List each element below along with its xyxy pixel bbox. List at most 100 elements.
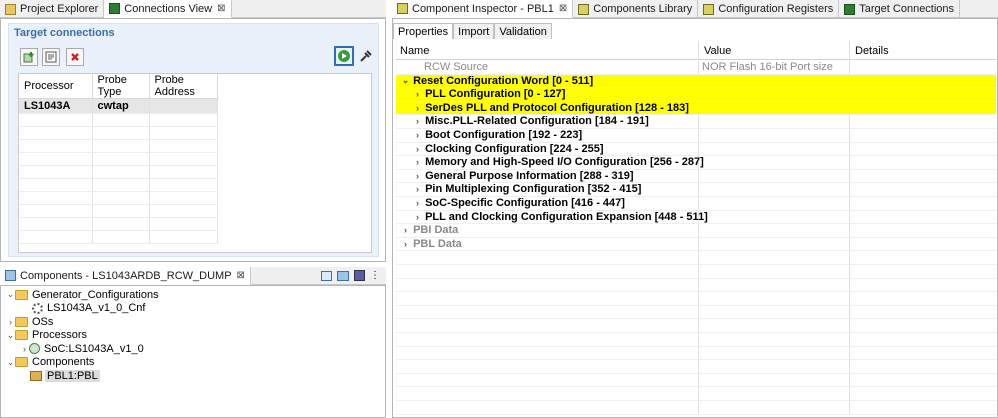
grid-row-rcw-source[interactable]: RCW Source NOR Flash 16-bit Port size (396, 61, 996, 75)
tab-components-library[interactable]: Components Library (573, 0, 699, 18)
section-title: Target connections (14, 27, 115, 39)
chevron-right-icon[interactable]: › (20, 344, 29, 354)
grid-row-soc-specific[interactable]: › SoC-Specific Configuration [416 - 447] (396, 197, 996, 211)
row-name: SerDes PLL and Protocol Configuration [1… (425, 101, 689, 114)
column-header-name[interactable]: Name (400, 45, 429, 57)
grid-row-pbl-data[interactable]: › PBL Data (396, 238, 996, 252)
tree-item-components[interactable]: ⌄ Components (6, 356, 95, 369)
properties-grid: Name Value Details RCW Source NOR Flash … (396, 41, 996, 415)
grid-row-pll-clocking-expansion[interactable]: › PLL and Clocking Configuration Expansi… (396, 211, 996, 225)
chevron-right-icon[interactable]: › (401, 225, 410, 235)
remove-connection-button[interactable] (66, 48, 84, 66)
chevron-right-icon[interactable]: › (413, 212, 422, 222)
grid-row-pbi-data[interactable]: › PBI Data (396, 224, 996, 238)
component-inspector-icon (397, 3, 408, 14)
grid-row-serdes[interactable]: › SerDes PLL and Protocol Configuration … (396, 101, 996, 116)
chevron-down-icon[interactable]: ⌄ (401, 75, 410, 86)
grid-row-general-purpose-info[interactable]: › General Purpose Information [288 - 319… (396, 170, 996, 184)
tab-target-connections[interactable]: Target Connections (839, 0, 961, 18)
chevron-down-icon[interactable]: ⌄ (6, 330, 15, 341)
chevron-right-icon[interactable]: › (401, 239, 410, 249)
tab-component-inspector[interactable]: Component Inspector - PBL1 ⊠ (392, 0, 574, 18)
close-icon[interactable]: ⊠ (559, 3, 567, 14)
cell-probe-address (149, 98, 218, 114)
column-header-details[interactable]: Details (855, 45, 889, 57)
view-menu-icon[interactable]: ⋮ (370, 270, 380, 281)
chevron-right-icon[interactable]: › (413, 103, 422, 113)
tab-label: Components - LS1043ARDB_RCW_DUMP (20, 269, 232, 282)
tab-configuration-registers[interactable]: Configuration Registers (698, 0, 840, 18)
subtab-import[interactable]: Import (453, 23, 495, 39)
column-header[interactable]: Probe Address (149, 74, 218, 99)
chevron-down-icon[interactable]: ⌄ (6, 289, 15, 300)
row-name: Reset Configuration Word [0 - 511] (413, 74, 594, 87)
table-row[interactable]: LS1043A cwtap (19, 98, 218, 114)
tree-item-label: SoC:LS1043A_v1_0 (44, 342, 144, 355)
tree-item-label: LS1043A_v1_0_Cnf (47, 302, 146, 314)
tab-components[interactable]: Components - LS1043ARDB_RCW_DUMP ⊠ (0, 267, 251, 285)
tree-item-generator-configurations[interactable]: ⌄ Generator_Configurations (6, 288, 159, 301)
grid-row-pin-multiplexing[interactable]: › Pin Multiplexing Configuration [352 - … (396, 183, 996, 197)
subtab-validation[interactable]: Validation (494, 23, 552, 39)
grid-row-boot-configuration[interactable]: › Boot Configuration [192 - 223] (396, 129, 996, 143)
row-name: PBI Data (413, 224, 459, 237)
inspector-subtabs: Properties Import Validation (393, 23, 552, 39)
chevron-right-icon[interactable]: › (413, 130, 422, 140)
grid-row-memory-highspeed-io[interactable]: › Memory and High-Speed I/O Configuratio… (396, 156, 996, 170)
column-header-value[interactable]: Value (704, 45, 731, 57)
close-icon[interactable]: ⊠ (237, 270, 245, 281)
chevron-right-icon[interactable]: › (413, 116, 422, 126)
edit-connection-button[interactable] (42, 48, 60, 66)
row-name: PLL Configuration [0 - 127] (425, 88, 566, 101)
configuration-registers-icon (703, 3, 715, 15)
chevron-right-icon[interactable]: › (413, 157, 422, 167)
row-name: Clocking Configuration [224 - 255] (425, 142, 604, 155)
tree-item-processors[interactable]: ⌄ Processors (6, 329, 87, 342)
grid-row-reset-configuration-word[interactable]: ⌄ Reset Configuration Word [0 - 511] (396, 74, 996, 89)
chevron-right-icon[interactable]: › (413, 144, 422, 154)
cell-processor: LS1043A (19, 98, 93, 114)
column-header[interactable]: Processor (19, 74, 93, 99)
row-name: Pin Multiplexing Configuration [352 - 41… (425, 183, 642, 196)
grid-row-clocking-configuration[interactable]: › Clocking Configuration [224 - 255] (396, 143, 996, 157)
close-icon[interactable]: ⊠ (217, 3, 225, 14)
row-value[interactable]: NOR Flash 16-bit Port size (702, 61, 833, 73)
chevron-right-icon[interactable]: › (413, 184, 422, 194)
tree-item-label: Generator_Configurations (32, 288, 159, 301)
tree-item-oss[interactable]: › OSs (6, 315, 53, 328)
folder-open-icon (15, 289, 28, 300)
chevron-right-icon[interactable]: › (6, 317, 15, 327)
tree-item-label: Components (32, 356, 95, 368)
tree-item-label: OSs (32, 315, 54, 328)
components-tabbar: Components - LS1043ARDB_RCW_DUMP ⊠ ⋮ (0, 267, 386, 285)
chevron-down-icon[interactable]: ⌄ (6, 357, 15, 368)
tab-project-explorer[interactable]: Project Explorer (0, 0, 105, 18)
connections-view-pane: Target connections Processor Probe Type … (0, 18, 386, 262)
tree-item-soc[interactable]: › SoC:LS1043A_v1_0 (20, 342, 144, 355)
connect-button[interactable] (334, 46, 354, 66)
column-header[interactable]: Probe Type (92, 74, 150, 99)
right-tabbar: Component Inspector - PBL1 ⊠ Components … (392, 0, 998, 18)
folder-icon[interactable] (337, 270, 349, 281)
save-icon[interactable] (354, 270, 365, 281)
tab-label: Components Library (593, 3, 693, 15)
components-toolbar: ⋮ (321, 267, 386, 284)
tab-label: Target Connections (859, 3, 955, 15)
chevron-right-icon[interactable]: › (413, 89, 422, 99)
grid-row-pll-configuration[interactable]: › PLL Configuration [0 - 127] (396, 88, 996, 102)
components-icon (5, 270, 16, 281)
chevron-right-icon[interactable]: › (413, 198, 422, 208)
connections-table: Processor Probe Type Probe Address LS104… (18, 73, 372, 253)
tab-label: Project Explorer (20, 3, 99, 15)
tree-item-cnf[interactable]: LS1043A_v1_0_Cnf (32, 302, 145, 315)
collapse-all-icon[interactable] (321, 270, 332, 281)
tree-item-pbl1[interactable]: PBL1:PBL (30, 369, 100, 382)
tab-connections-view[interactable]: Connections View ⊠ (104, 0, 232, 18)
row-name: RCW Source (424, 61, 489, 73)
plug-icon[interactable] (359, 49, 373, 66)
subtab-properties[interactable]: Properties (393, 23, 454, 39)
play-icon (338, 50, 350, 62)
grid-row-misc-pll[interactable]: › Misc.PLL-Related Configuration [184 - … (396, 115, 996, 129)
chevron-right-icon[interactable]: › (413, 171, 422, 181)
add-connection-button[interactable] (20, 48, 38, 66)
